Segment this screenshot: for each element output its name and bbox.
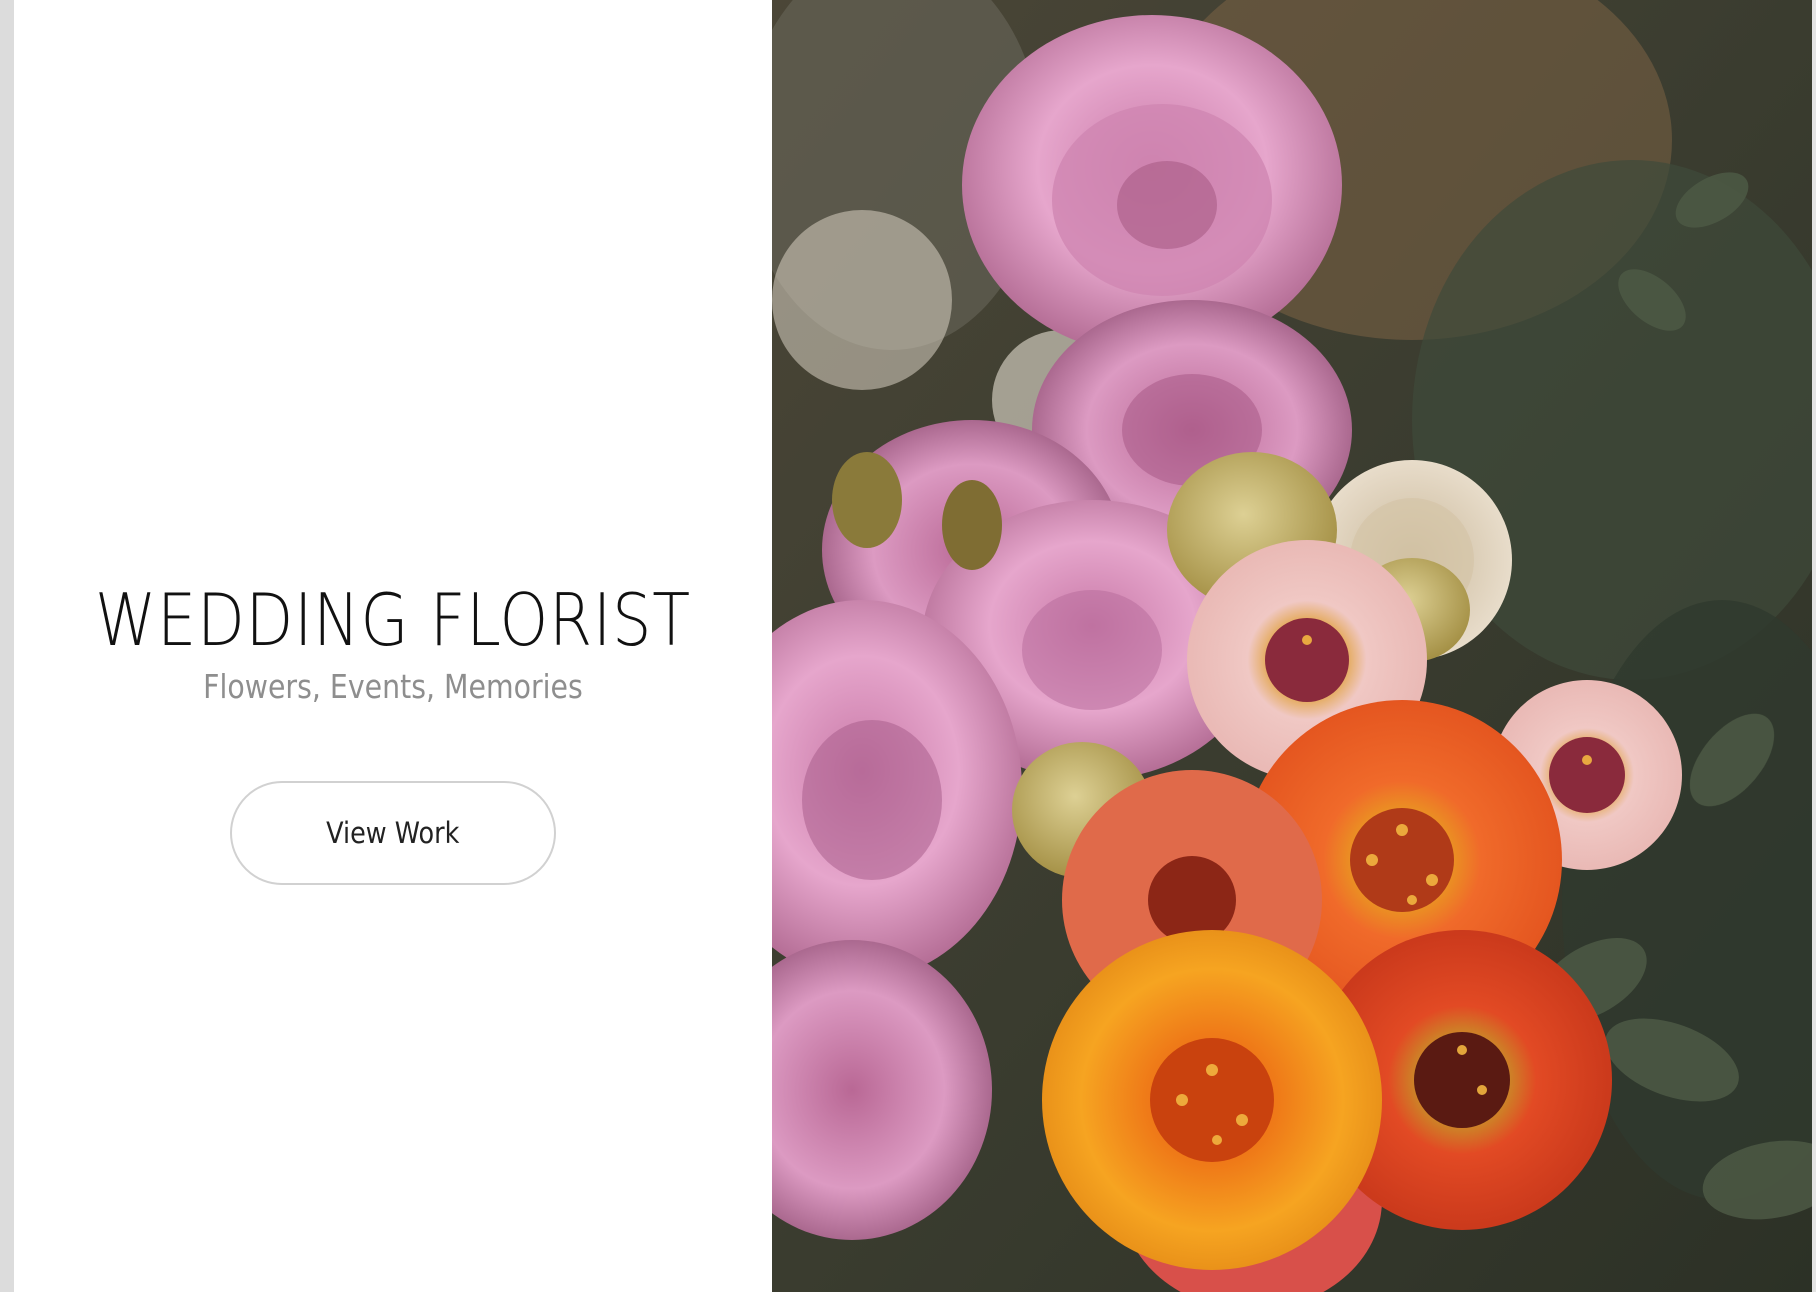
window-left-edge	[0, 0, 14, 1292]
flower-bouquet-image	[772, 0, 1816, 1292]
view-work-button-label: View Work	[326, 816, 460, 850]
landing-page: WEDDING FLORIST Flowers, Events, Memorie…	[0, 0, 1816, 1292]
window-right-edge	[1812, 0, 1816, 1292]
page-subtitle: Flowers, Events, Memories	[203, 667, 583, 706]
hero-flower-photo	[772, 0, 1816, 1292]
page-title: WEDDING FLORIST	[95, 578, 691, 662]
hero-text-panel: WEDDING FLORIST Flowers, Events, Memorie…	[14, 0, 772, 1292]
hero-heading-group: WEDDING FLORIST Flowers, Events, Memorie…	[14, 575, 772, 707]
view-work-button[interactable]: View Work	[230, 781, 556, 885]
